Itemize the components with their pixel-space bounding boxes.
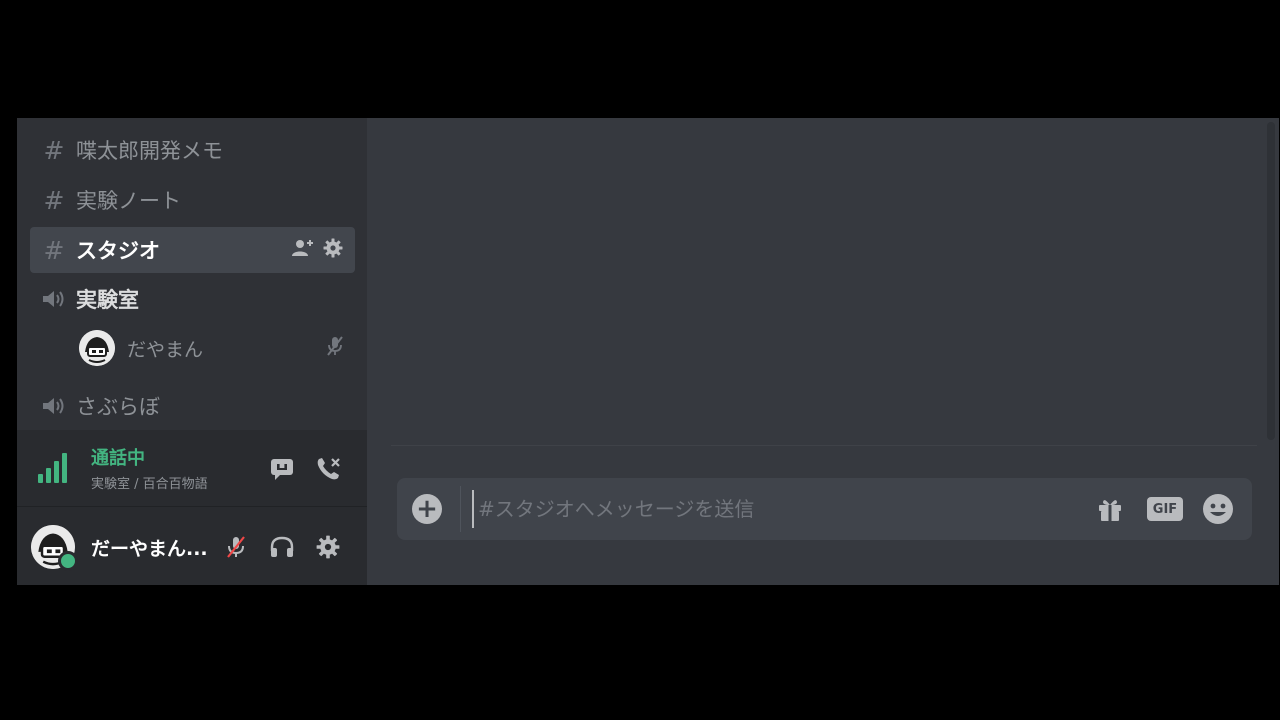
channel-actions [291, 238, 355, 262]
headphones-icon[interactable] [266, 531, 298, 563]
channel-sidebar: # 喋太郎開発メモ # 実験ノート # スタジオ 実験室 だやまん さぶらぼ 通… [17, 118, 367, 585]
gif-icon[interactable]: GIF [1147, 493, 1183, 525]
user-avatar[interactable] [31, 525, 78, 571]
channel-name: 実験ノート [76, 189, 181, 213]
speaker-icon [40, 395, 68, 417]
screen-share-icon[interactable] [267, 454, 297, 484]
speaker-icon [40, 288, 68, 310]
channel-name: 喋太郎開発メモ [76, 139, 223, 163]
composer-separator [460, 486, 461, 532]
voice-connection-panel: 通話中 実験室 / 百合百物語 [17, 430, 367, 507]
gif-label: GIF [1147, 497, 1183, 521]
disconnect-call-icon[interactable] [314, 454, 344, 484]
voice-status[interactable]: 通話中 [91, 444, 145, 470]
avatar [79, 330, 115, 366]
add-user-icon[interactable] [291, 238, 315, 262]
signal-icon [38, 453, 67, 483]
voice-channel-sublab[interactable]: さぶらぼ [30, 383, 355, 429]
message-input[interactable] [472, 490, 1072, 528]
message-divider [391, 445, 1257, 446]
channel-name: さぶらぼ [76, 395, 160, 419]
channel-name: 実験室 [76, 288, 139, 312]
hashtag-icon: # [43, 185, 65, 215]
voice-location: 実験室 / 百合百物語 [91, 477, 208, 492]
emoji-icon[interactable] [1202, 493, 1234, 525]
voice-user-name: だやまん [127, 338, 204, 361]
username[interactable]: だーやまん... [91, 534, 208, 561]
hashtag-icon: # [43, 235, 65, 265]
channel-name: スタジオ [76, 239, 160, 263]
gift-icon[interactable] [1095, 493, 1125, 525]
discord-window: # 喋太郎開発メモ # 実験ノート # スタジオ 実験室 だやまん さぶらぼ 通… [17, 118, 1279, 585]
chat-area: + GIF [367, 118, 1279, 585]
attach-plus-icon[interactable]: + [412, 494, 442, 524]
channel-item-dev-memo[interactable]: # 喋太郎開発メモ [30, 127, 355, 173]
message-scrollbar[interactable] [1267, 122, 1275, 440]
channel-item-experiment-notes[interactable]: # 実験ノート [30, 177, 355, 223]
user-panel: だーやまん... [17, 507, 367, 585]
hashtag-icon: # [43, 135, 65, 165]
mic-muted-icon [325, 335, 345, 361]
message-composer: + GIF [397, 478, 1252, 540]
online-status-dot [58, 551, 78, 571]
gear-icon[interactable] [312, 531, 344, 563]
voice-user-dayaman[interactable]: だやまん [79, 328, 355, 368]
gear-icon[interactable] [323, 238, 343, 262]
channel-item-studio[interactable]: # スタジオ [30, 227, 355, 273]
mic-muted-icon[interactable] [220, 531, 252, 563]
voice-channel-lab[interactable]: 実験室 [30, 276, 355, 322]
